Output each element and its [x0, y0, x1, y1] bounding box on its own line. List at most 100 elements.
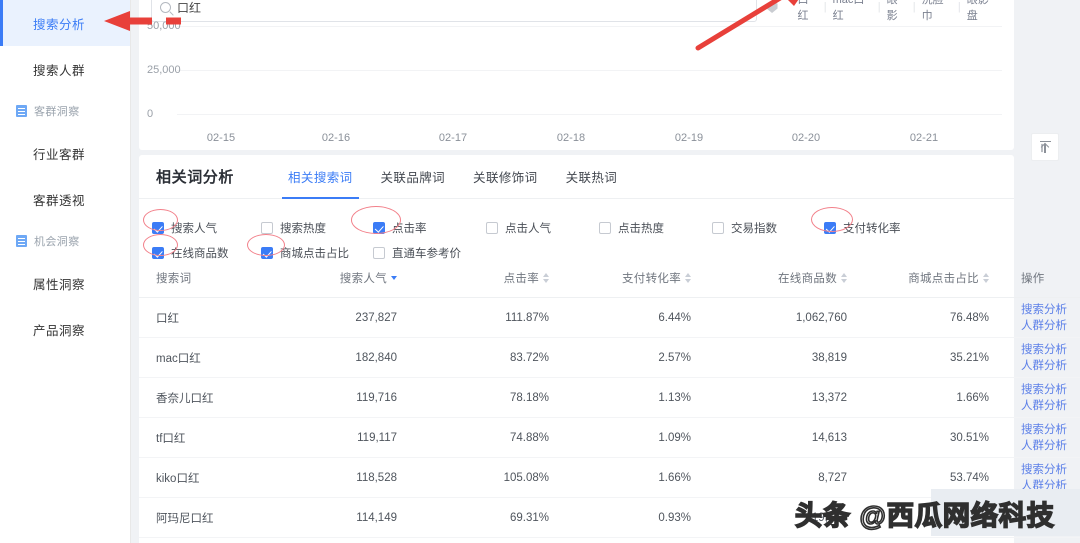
checkbox-online-product-count[interactable]: 在线商品数	[152, 245, 261, 261]
checkbox-box	[152, 246, 164, 259]
col-header-operations: 操作	[1015, 261, 1080, 298]
sort-asc-icon[interactable]	[983, 273, 989, 277]
checkbox-trade-index[interactable]: 交易指数	[712, 220, 824, 236]
x-axis-tick: 02-20	[791, 132, 821, 144]
checkbox-click-rate[interactable]: 点击率	[373, 220, 486, 236]
x-axis-tick: 02-18	[556, 132, 586, 144]
arrow-to-top-icon	[1039, 141, 1051, 153]
gridline	[177, 114, 1002, 115]
link-crowd-analysis[interactable]: 人群分析	[1021, 438, 1080, 454]
sort-desc-icon[interactable]	[983, 279, 989, 283]
sort-asc-icon[interactable]	[543, 273, 549, 277]
checkbox-label: 搜索人气	[171, 222, 217, 235]
col-label: 支付转化率	[622, 273, 681, 285]
search-row: 口红 口红 | mac口红 | 眼影 | 洗脸巾 | 眼影盘	[151, 0, 1003, 22]
hot-tag[interactable]: 洗脸巾	[916, 0, 958, 23]
link-crowd-analysis[interactable]: 人群分析	[1021, 318, 1080, 334]
cell-search-term: 阿玛尼口红	[139, 497, 305, 538]
col-label: 点击率	[503, 273, 539, 285]
table-row[interactable]: mac口红 182,840 83.72% 2.57% 38,819 35.21%…	[139, 337, 1080, 378]
sort-desc-icon[interactable]	[841, 279, 847, 283]
tab-related-hot-words[interactable]: 关联热词	[552, 155, 632, 199]
link-crowd-analysis[interactable]: 人群分析	[1021, 398, 1080, 414]
col-label: 搜索词	[156, 273, 192, 285]
hot-tag[interactable]: mac口红	[827, 0, 878, 23]
table-row[interactable]: 香奈儿口红 119,716 78.18% 1.13% 13,372 1.66% …	[139, 377, 1080, 418]
col-header-search-term: 搜索词	[139, 261, 305, 298]
hot-tag-list: 口红 | mac口红 | 眼影 | 洗脸巾 | 眼影盘	[792, 0, 1003, 23]
table-header-row: 搜索词 搜索人气 点击率 支付转化率 在线商品数 商城点击占比 操作	[139, 261, 1080, 298]
col-header-payment-conversion-rate[interactable]: 支付转化率	[595, 261, 735, 298]
cell-click-rate: 69.31%	[455, 497, 595, 538]
x-axis-tick: 02-17	[438, 132, 468, 144]
back-to-top-button[interactable]	[1031, 133, 1059, 161]
checkbox-box	[486, 221, 498, 234]
checkbox-search-heat[interactable]: 搜索热度	[261, 220, 373, 236]
sidebar-item-label: 客群透视	[33, 193, 86, 208]
cell-online-product-count: 1,062,760	[735, 297, 875, 338]
sort-desc-icon[interactable]	[685, 279, 691, 283]
cell-payment-conversion-rate: 1.66%	[595, 457, 735, 498]
sidebar-item-attribute-insight[interactable]: 属性洞察	[0, 260, 130, 306]
trend-chart-card: 口红 口红 | mac口红 | 眼影 | 洗脸巾 | 眼影盘 50,000 25,000…	[139, 0, 1014, 150]
sidebar-item-crowd-perspective[interactable]: 客群透视	[0, 176, 130, 222]
col-header-search-popularity[interactable]: 搜索人气	[305, 261, 455, 298]
checkbox-payment-conversion-rate[interactable]: 支付转化率	[824, 220, 901, 236]
search-input-wrapper[interactable]: 口红	[151, 0, 757, 22]
link-search-analysis[interactable]: 搜索分析	[1021, 422, 1080, 438]
table-row[interactable]: tf口红 119,117 74.88% 1.09% 14,613 30.51% …	[139, 417, 1080, 458]
sidebar-item-search-crowd[interactable]: 搜索人群	[0, 46, 130, 92]
tab-related-search-words[interactable]: 相关搜索词	[274, 155, 367, 199]
sort-asc-icon[interactable]	[685, 273, 691, 277]
cell-click-rate: 111.87%	[455, 297, 595, 338]
checkbox-ztc-reference-price[interactable]: 直通车参考价	[373, 245, 461, 261]
table-row[interactable]: 口红 237,827 111.87% 6.44% 1,062,760 76.48…	[139, 297, 1080, 338]
checkbox-click-popularity[interactable]: 点击人气	[486, 220, 599, 236]
trend-chart-plot: 50,000 25,000 0 02-15 02-16 02-17 02-18 …	[139, 20, 1014, 150]
sort-desc-icon[interactable]	[391, 276, 397, 280]
hot-tag[interactable]: 眼影盘	[961, 0, 1003, 23]
col-header-mall-click-share[interactable]: 商城点击占比	[875, 261, 1015, 298]
tab-related-modifier-words[interactable]: 关联修饰词	[459, 155, 552, 199]
link-search-analysis[interactable]: 搜索分析	[1021, 342, 1080, 358]
related-words-table-wrapper: 搜索词 搜索人气 点击率 支付转化率 在线商品数 商城点击占比 操作 口红 23…	[139, 261, 1080, 538]
main-content: 口红 口红 | mac口红 | 眼影 | 洗脸巾 | 眼影盘 50,000 25,000…	[131, 0, 1080, 543]
tab-related-brand-words[interactable]: 关联品牌词	[367, 155, 460, 199]
cell-search-popularity: 114,149	[305, 497, 455, 538]
cell-online-product-count: 19,773	[735, 497, 875, 538]
tab-bar: 相关搜索词 关联品牌词 关联修饰词 关联热词	[274, 155, 631, 199]
cell-search-term: kiko口红	[139, 457, 305, 498]
checkbox-mall-click-share[interactable]: 商城点击占比	[261, 245, 373, 261]
link-search-analysis[interactable]: 搜索分析	[1021, 462, 1080, 478]
cell-payment-conversion-rate: 1.09%	[595, 417, 735, 458]
y-axis-tick: 25,000	[147, 64, 181, 76]
checkbox-click-heat[interactable]: 点击热度	[599, 220, 712, 236]
checkbox-label: 商城点击占比	[280, 247, 349, 260]
col-label: 商城点击占比	[908, 273, 979, 285]
link-crowd-analysis[interactable]: 人群分析	[1021, 358, 1080, 374]
checkbox-label: 搜索热度	[280, 222, 326, 235]
sidebar-item-industry-crowd[interactable]: 行业客群	[0, 130, 130, 176]
cell-payment-conversion-rate: 6.44%	[595, 297, 735, 338]
folder-icon	[16, 105, 27, 117]
related-words-header: 相关词分析 相关搜索词 关联品牌词 关联修饰词 关联热词	[139, 155, 1014, 199]
sort-desc-icon[interactable]	[543, 279, 549, 283]
checkbox-label: 点击率	[392, 222, 427, 235]
sidebar-item-label: 属性洞察	[33, 277, 86, 292]
cell-search-term: mac口红	[139, 337, 305, 378]
folder-icon	[16, 235, 27, 247]
checkbox-box	[373, 246, 385, 259]
metric-filter-row: 搜索人气 搜索热度 点击率 点击人气 点击热度 交易指数 支付转化率	[152, 215, 1014, 240]
checkbox-box	[152, 221, 164, 234]
link-search-analysis[interactable]: 搜索分析	[1021, 382, 1080, 398]
col-header-online-product-count[interactable]: 在线商品数	[735, 261, 875, 298]
checkbox-box	[373, 221, 385, 234]
sort-asc-icon[interactable]	[841, 273, 847, 277]
checkbox-search-popularity[interactable]: 搜索人气	[152, 220, 261, 236]
col-header-click-rate[interactable]: 点击率	[455, 261, 595, 298]
cell-mall-click-share: 1.66%	[875, 377, 1015, 418]
hot-tag[interactable]: 眼影	[881, 0, 913, 23]
sidebar-item-product-insight[interactable]: 产品洞察	[0, 306, 130, 352]
link-search-analysis[interactable]: 搜索分析	[1021, 302, 1080, 318]
cell-click-rate: 74.88%	[455, 417, 595, 458]
